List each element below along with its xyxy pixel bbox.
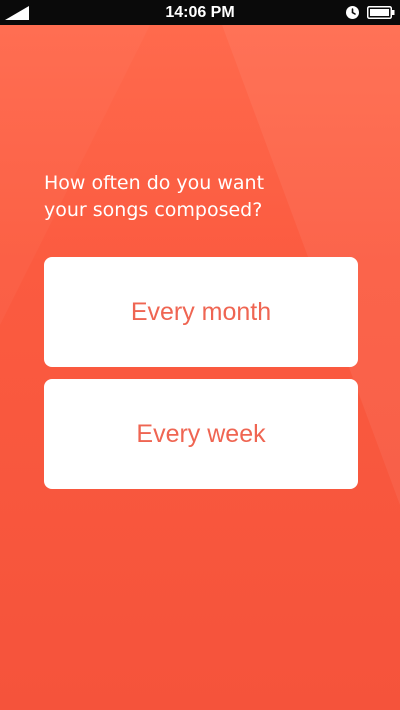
status-time: 14:06 PM (165, 4, 235, 21)
background-decoration (222, 25, 400, 505)
every-month-button[interactable]: Every month (44, 257, 358, 367)
every-month-label: Every month (130, 297, 272, 326)
question-heading: How often do you want your songs compose… (44, 172, 265, 221)
main-screen: How often do you want your songs compose… (0, 25, 400, 710)
every-week-label: Every week (136, 419, 266, 448)
alarm-icon (346, 6, 359, 19)
status-bar: 14:06 PM (0, 0, 400, 25)
battery-icon (367, 6, 395, 19)
every-week-button[interactable]: Every week (44, 379, 358, 489)
